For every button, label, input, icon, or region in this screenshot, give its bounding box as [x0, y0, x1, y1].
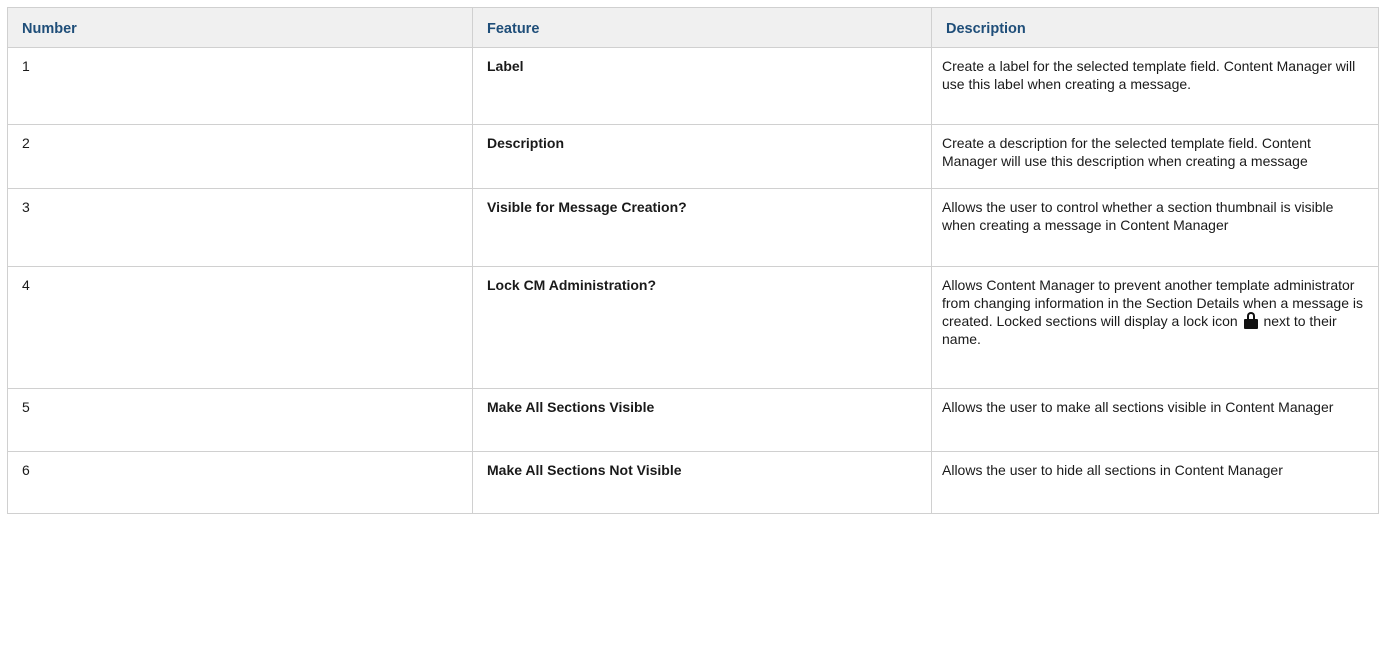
header-description: Description [931, 7, 1379, 48]
row-description: Allows the user to hide all sections in … [931, 451, 1379, 514]
table-row: 5 Make All Sections Visible Allows the u… [7, 388, 1379, 452]
row-number: 2 [7, 124, 473, 189]
row-description: Allows Content Manager to prevent anothe… [931, 266, 1379, 389]
table-header: Number Feature Description [7, 7, 1379, 48]
row-feature: Make All Sections Not Visible [472, 451, 932, 514]
row-feature: Lock CM Administration? [472, 266, 932, 389]
table-row: 6 Make All Sections Not Visible Allows t… [7, 451, 1379, 514]
row-feature: Description [472, 124, 932, 189]
row-description: Create a label for the selected template… [931, 47, 1379, 125]
header-row: Number Feature Description [7, 7, 1379, 48]
row-feature: Visible for Message Creation? [472, 188, 932, 267]
table-row: 3 Visible for Message Creation? Allows t… [7, 188, 1379, 267]
table-row: 2 Description Create a description for t… [7, 124, 1379, 189]
table-row: 4 Lock CM Administration? Allows Content… [7, 266, 1379, 389]
feature-table: Number Feature Description 1 Label Creat… [7, 7, 1379, 514]
row-feature: Label [472, 47, 932, 125]
table-body: 1 Label Create a label for the selected … [7, 47, 1379, 514]
row-number: 1 [7, 47, 473, 125]
row-description: Create a description for the selected te… [931, 124, 1379, 189]
row-number: 4 [7, 266, 473, 389]
table-row: 1 Label Create a label for the selected … [7, 47, 1379, 125]
row-description: Allows the user to make all sections vis… [931, 388, 1379, 452]
header-number: Number [7, 7, 473, 48]
header-feature: Feature [472, 7, 932, 48]
row-number: 5 [7, 388, 473, 452]
row-feature: Make All Sections Visible [472, 388, 932, 452]
row-description: Allows the user to control whether a sec… [931, 188, 1379, 267]
row-number: 6 [7, 451, 473, 514]
row-number: 3 [7, 188, 473, 267]
lock-icon [1243, 312, 1258, 329]
